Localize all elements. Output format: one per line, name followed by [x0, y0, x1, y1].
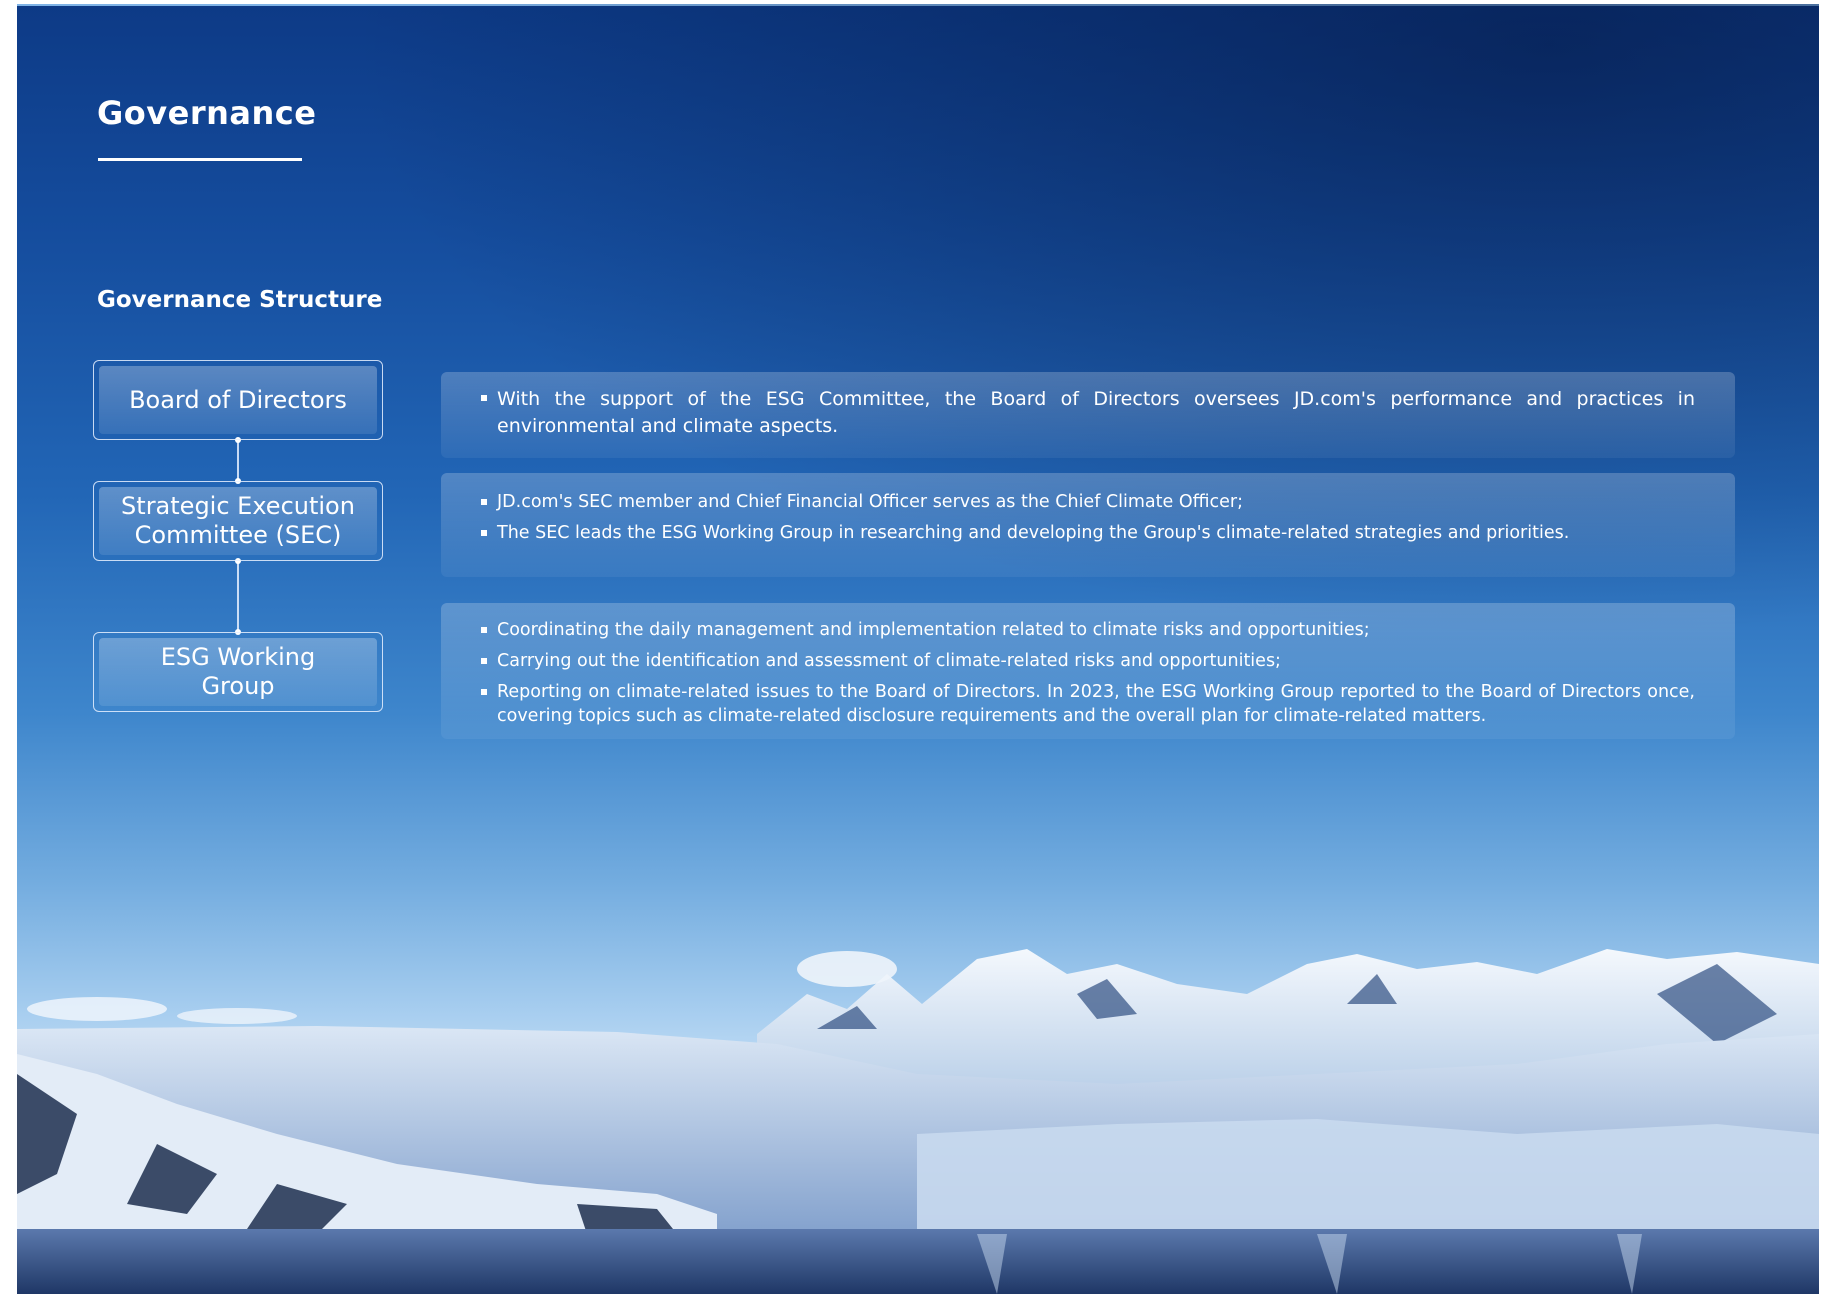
glacier-front: [917, 1119, 1819, 1234]
bullet-list: JD.com's SEC member and Chief Financial …: [481, 490, 1695, 546]
section-title: Governance Structure: [97, 287, 383, 313]
bullet-item: The SEC leads the ESG Working Group in r…: [481, 521, 1695, 546]
bullet-item: Reporting on climate-related issues to t…: [481, 680, 1695, 728]
lake-water: [17, 1229, 1819, 1294]
node-esg-working-group: ESG Working Group: [93, 632, 383, 712]
bullet-list: With the support of the ESG Committee, t…: [481, 386, 1695, 440]
bullet-item: Carrying out the identification and asse…: [481, 649, 1695, 673]
cloud: [797, 951, 897, 987]
node-label: ESG Working Group: [99, 638, 377, 706]
node-label: Board of Directors: [99, 366, 377, 434]
title-underline: [98, 158, 302, 161]
bullet-item: With the support of the ESG Committee, t…: [481, 386, 1695, 440]
cloud: [177, 1008, 297, 1024]
node-board-of-directors: Board of Directors: [93, 360, 383, 440]
node-label: Strategic Execution Committee (SEC): [99, 487, 377, 555]
page-title: Governance: [97, 94, 317, 132]
connector-board-sec: [237, 440, 239, 481]
panel-sec-description: JD.com's SEC member and Chief Financial …: [441, 473, 1735, 577]
glacier-landscape-illustration: [17, 949, 1819, 1294]
panel-esg-description: Coordinating the daily management and im…: [441, 603, 1735, 739]
bullet-item: JD.com's SEC member and Chief Financial …: [481, 490, 1695, 515]
connector-sec-esg: [237, 561, 239, 632]
bullet-list: Coordinating the daily management and im…: [481, 618, 1695, 728]
panel-board-description: With the support of the ESG Committee, t…: [441, 372, 1735, 458]
bullet-item: Coordinating the daily management and im…: [481, 618, 1695, 642]
report-page: Governance Governance Structure Board of…: [17, 4, 1819, 1294]
cloud: [27, 997, 167, 1021]
node-strategic-execution-committee: Strategic Execution Committee (SEC): [93, 481, 383, 561]
